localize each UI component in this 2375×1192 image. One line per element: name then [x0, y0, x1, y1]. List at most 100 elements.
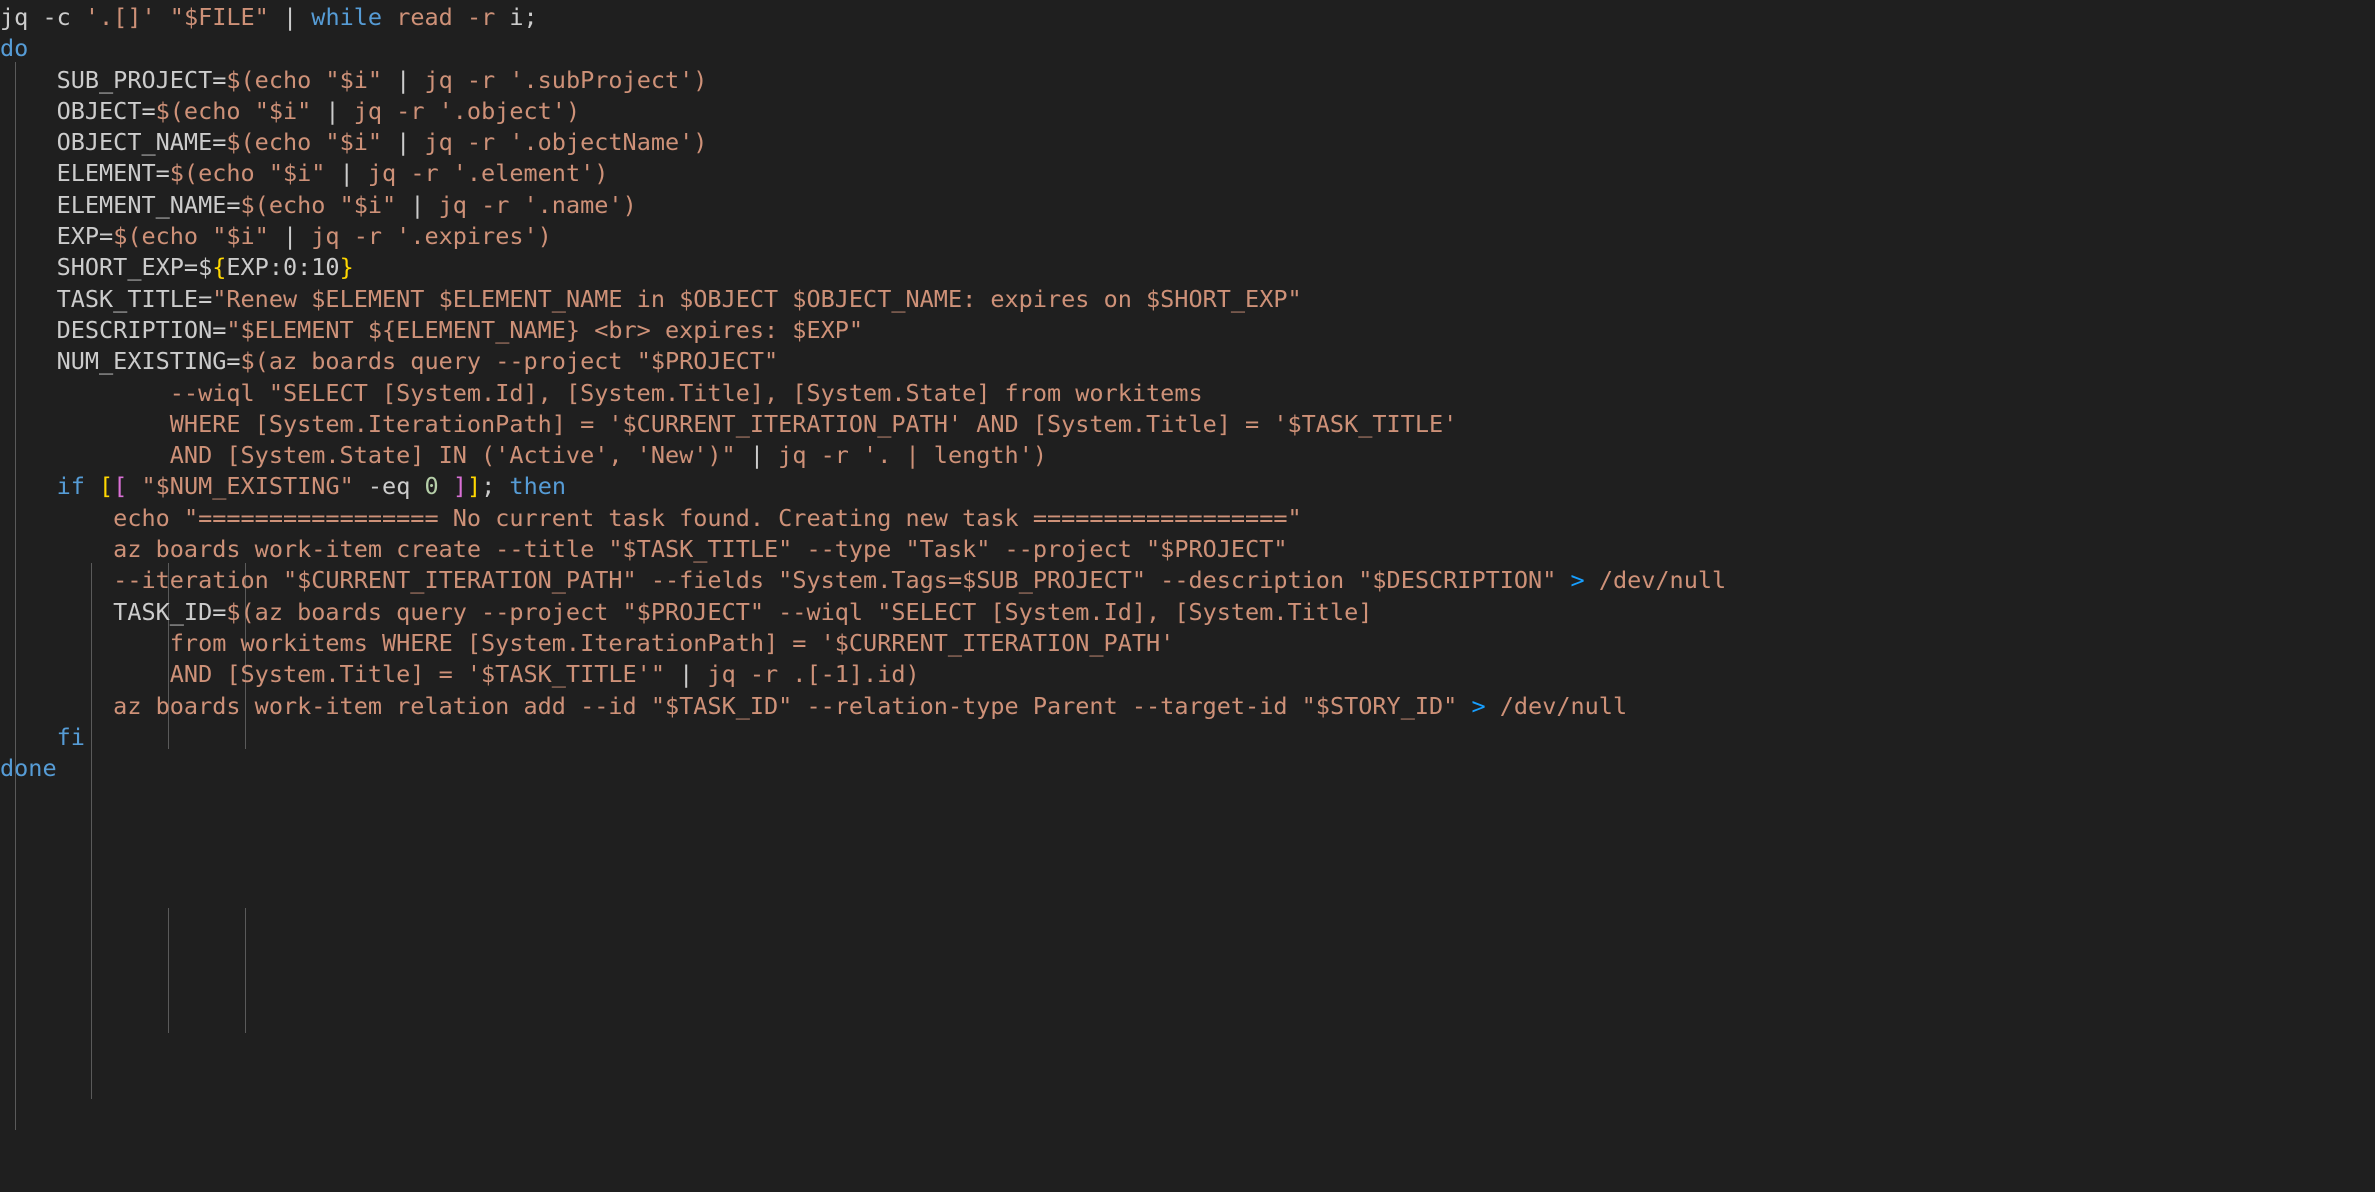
code-line[interactable]: SHORT_EXP=${EXP:0:10} — [0, 252, 2375, 283]
code-token-plain: DESCRIPTION= — [0, 315, 227, 344]
code-token-string: '.element' — [452, 159, 595, 188]
code-token-string: "SELECT [System.Id], [System.Title] — [877, 597, 1373, 626]
code-token-plain: ELEMENT= — [0, 159, 170, 188]
code-token-string: "$TASK_TITLE" — [608, 535, 793, 564]
code-token-string: ) — [594, 159, 609, 188]
code-token-string: "$i" — [325, 128, 383, 157]
code-line[interactable]: DESCRIPTION="$ELEMENT ${ELEMENT_NAME} <b… — [0, 315, 2375, 346]
code-line[interactable]: from workitems WHERE [System.IterationPa… — [0, 628, 2375, 659]
code-token-bracket1: [ — [99, 472, 114, 501]
code-token-string: WHERE [System.IterationPath] = '$CURRENT… — [0, 409, 1458, 438]
code-token-plain: -eq — [353, 472, 425, 501]
code-token-bracket1: } — [339, 253, 354, 282]
code-editor-viewport[interactable]: jq -c '.[]' "$FILE" | while read -r i; do… — [0, 0, 2375, 1192]
code-token-string: $(echo — [240, 190, 340, 219]
code-token-string: jq -r — [424, 65, 510, 94]
code-token-string: '.[]' — [84, 3, 156, 31]
code-token-keyword: if — [56, 472, 85, 501]
code-line[interactable]: do — [0, 33, 2375, 64]
code-content[interactable]: jq -c '.[]' "$FILE" | while read -r i; do… — [0, 2, 2375, 784]
code-token-string: --description — [1146, 566, 1359, 595]
code-token-string: from workitems WHERE [System.IterationPa… — [0, 628, 1175, 657]
code-line[interactable]: OBJECT_NAME=$(echo "$i" | jq -r '.object… — [0, 127, 2375, 158]
code-token-string: $(az boards query --project — [240, 347, 637, 376]
code-token-plain: SHORT_EXP=$ — [0, 253, 213, 282]
code-token-string: ) — [693, 65, 708, 94]
code-line[interactable]: AND [System.State] IN ('Active', 'New')"… — [0, 440, 2375, 471]
code-token-plain: | — [396, 190, 439, 219]
code-line[interactable]: NUM_EXISTING=$(az boards query --project… — [0, 346, 2375, 377]
code-token-string: jq -r — [438, 190, 524, 219]
code-line[interactable]: echo "================= No current task … — [0, 503, 2375, 534]
code-token-string: AND [System.Title] = '$TASK_TITLE'" — [0, 660, 665, 689]
code-token-plain: ELEMENT_NAME= — [0, 190, 241, 219]
code-token-plain: OBJECT_NAME= — [0, 128, 227, 157]
code-token-string: $(echo — [169, 159, 269, 188]
code-line[interactable]: --iteration "$CURRENT_ITERATION_PATH" --… — [0, 565, 2375, 596]
code-token-string: AND [System.State] IN ('Active', 'New')" — [0, 441, 736, 470]
code-token-bracket1: { — [212, 253, 227, 282]
code-line[interactable]: TASK_ID=$(az boards query --project "$PR… — [0, 597, 2375, 628]
code-token-bracket1: ] — [466, 472, 482, 501]
code-token-number: 0 — [424, 472, 439, 501]
code-line[interactable]: --wiql "SELECT [System.Id], [System.Titl… — [0, 378, 2375, 409]
code-token-plain: EXP= — [0, 222, 114, 251]
code-token-string: ) — [622, 190, 637, 219]
code-token-string: "$FILE" — [169, 3, 269, 31]
code-token-string: $(echo — [113, 222, 213, 251]
code-line[interactable]: if [[ "$NUM_EXISTING" -eq 0 ]]; then — [0, 471, 2375, 502]
code-token-string: '.name' — [523, 190, 623, 219]
code-token-string: $(echo — [226, 65, 326, 94]
code-token-string: "$STORY_ID" — [1301, 691, 1458, 720]
code-line[interactable]: az boards work-item relation add --id "$… — [0, 691, 2375, 722]
code-token-plain: NUM_EXISTING= — [0, 347, 241, 376]
code-line[interactable]: jq -c '.[]' "$FILE" | while read -r i; — [0, 2, 2375, 33]
code-line[interactable]: SUB_PROJECT=$(echo "$i" | jq -r '.subPro… — [0, 65, 2375, 96]
code-line[interactable]: ELEMENT=$(echo "$i" | jq -r '.element') — [0, 158, 2375, 189]
code-token-string: --iteration — [0, 566, 283, 595]
code-line[interactable]: fi — [0, 722, 2375, 753]
code-token-string: --wiql — [764, 597, 878, 626]
code-token-string: /dev/null — [1499, 691, 1628, 720]
code-token-keyword: while — [311, 3, 383, 31]
code-token-string: "$i" — [339, 190, 397, 219]
code-line[interactable]: TASK_TITLE="Renew $ELEMENT $ELEMENT_NAME… — [0, 284, 2375, 315]
code-line[interactable]: WHERE [System.IterationPath] = '$CURRENT… — [0, 409, 2375, 440]
code-token-string: '.expires' — [396, 222, 538, 251]
code-token-string: "$NUM_EXISTING" — [141, 472, 354, 501]
code-token-string: /dev/null — [1598, 566, 1727, 595]
code-token-string: "$PROJECT" — [622, 597, 765, 626]
code-line[interactable]: done — [0, 753, 2375, 784]
code-token-string: $(echo — [155, 96, 255, 125]
code-token-string: --fields — [636, 566, 779, 595]
code-token-plain: | — [325, 159, 368, 188]
code-line[interactable]: OBJECT=$(echo "$i" | jq -r '.object') — [0, 96, 2375, 127]
code-line[interactable]: AND [System.Title] = '$TASK_TITLE'" | jq… — [0, 659, 2375, 690]
code-token-plain: | — [735, 441, 779, 470]
code-line[interactable]: EXP=$(echo "$i" | jq -r '.expires') — [0, 221, 2375, 252]
code-line[interactable]: az boards work-item create --title "$TAS… — [0, 534, 2375, 565]
code-token-string: jq -r .[-1].id — [707, 660, 906, 689]
code-token-keyword: do — [0, 34, 29, 63]
code-token-plain: | — [268, 3, 312, 31]
code-token-plain: i; — [495, 3, 538, 31]
code-token-plain: | — [268, 222, 312, 251]
code-token-string: "System.Tags=$SUB_PROJECT" — [778, 566, 1147, 595]
code-token-string: "Task" — [905, 535, 991, 564]
code-token-keyword: done — [0, 754, 57, 783]
code-token-string: --project — [990, 535, 1147, 564]
code-token-string: ) — [537, 222, 552, 251]
code-token-string: ) — [1032, 441, 1047, 470]
code-token-string: "$CURRENT_ITERATION_PATH" — [282, 566, 637, 595]
code-token-string: "Renew $ELEMENT $ELEMENT_NAME in $OBJECT… — [212, 284, 1302, 313]
code-token-plain: OBJECT= — [0, 96, 156, 125]
code-token-string: jq -r — [353, 96, 439, 125]
code-line[interactable]: ELEMENT_NAME=$(echo "$i" | jq -r '.name'… — [0, 190, 2375, 221]
code-token-string: "$i" — [254, 96, 312, 125]
